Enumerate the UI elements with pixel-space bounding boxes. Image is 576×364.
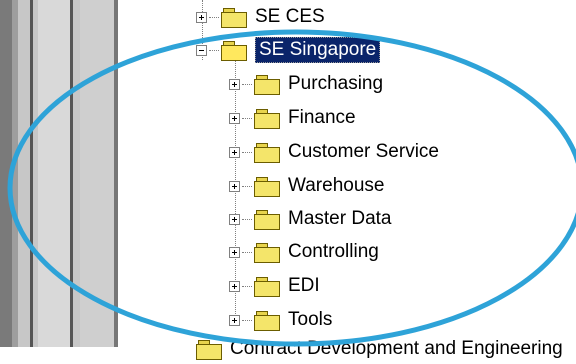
tree-item-controlling[interactable]: Controlling (229, 237, 379, 267)
tree-item-edi[interactable]: EDI (229, 271, 320, 301)
folder-icon (254, 209, 280, 230)
folder-icon (254, 142, 280, 163)
tree-item-label: EDI (288, 275, 320, 296)
plus-expander-icon[interactable] (196, 11, 207, 23)
plus-expander-icon[interactable] (229, 246, 240, 258)
tree-connector (242, 218, 252, 220)
tree-connector (242, 151, 252, 153)
tree-connector (209, 16, 219, 18)
panel-bar (30, 0, 33, 347)
folder-icon (254, 276, 280, 297)
tree-item-label: Purchasing (288, 73, 384, 94)
tree-item-master-data[interactable]: Master Data (229, 204, 391, 234)
tree-item-label: Controlling (288, 241, 379, 262)
folder-icon (254, 242, 280, 263)
folder-icon (254, 74, 280, 95)
folder-tree: SE CES SE Singapore Purchasing Finance C… (118, 0, 576, 360)
plus-expander-icon[interactable] (229, 213, 240, 225)
tree-item-customer-service[interactable]: Customer Service (229, 137, 439, 167)
folder-icon (221, 7, 247, 28)
tree-connector (242, 83, 252, 85)
plus-expander-icon[interactable] (229, 314, 240, 326)
panel-bar (0, 0, 12, 347)
tree-connector (209, 49, 219, 51)
plus-expander-icon[interactable] (229, 180, 240, 192)
tree-item-finance[interactable]: Finance (229, 103, 356, 133)
tree-item-purchasing[interactable]: Purchasing (229, 69, 383, 99)
tree-connector (242, 117, 252, 119)
plus-expander-icon[interactable] (229, 146, 240, 158)
tree-item-label: Contract Development and Engineering (230, 338, 563, 359)
tree-item-label: SE Singapore (255, 37, 381, 63)
tree-item-label: Customer Service (288, 141, 439, 162)
tree-item-se-singapore[interactable]: SE Singapore (196, 35, 381, 65)
tree-item-tools[interactable]: Tools (229, 305, 332, 335)
minus-expander-icon[interactable] (196, 44, 207, 56)
tree-item-label: Warehouse (288, 175, 385, 196)
open-folder-icon (221, 40, 247, 61)
folder-icon (254, 108, 280, 129)
tree-item-partial[interactable]: Contract Development and Engineering (196, 334, 563, 364)
tree-connector (242, 251, 252, 253)
folder-icon (196, 339, 222, 360)
tree-connector (242, 185, 252, 187)
folder-icon (254, 176, 280, 197)
tree-item-se-ces[interactable]: SE CES (196, 2, 325, 32)
tree-item-label: Master Data (288, 208, 392, 229)
folder-icon (254, 310, 280, 331)
plus-expander-icon[interactable] (229, 112, 240, 124)
tree-connector (242, 285, 252, 287)
plus-expander-icon[interactable] (229, 78, 240, 90)
panel-bar (70, 0, 73, 347)
tree-connector (242, 319, 252, 321)
panel-bar (38, 0, 70, 347)
panel-bar (12, 0, 18, 347)
tree-item-label: Tools (288, 309, 333, 330)
tree-item-label: SE CES (255, 6, 325, 27)
panel-bar (80, 0, 114, 347)
tree-item-label: Finance (288, 107, 356, 128)
left-panel (0, 0, 118, 347)
plus-expander-icon[interactable] (229, 280, 240, 292)
tree-item-warehouse[interactable]: Warehouse (229, 171, 384, 201)
